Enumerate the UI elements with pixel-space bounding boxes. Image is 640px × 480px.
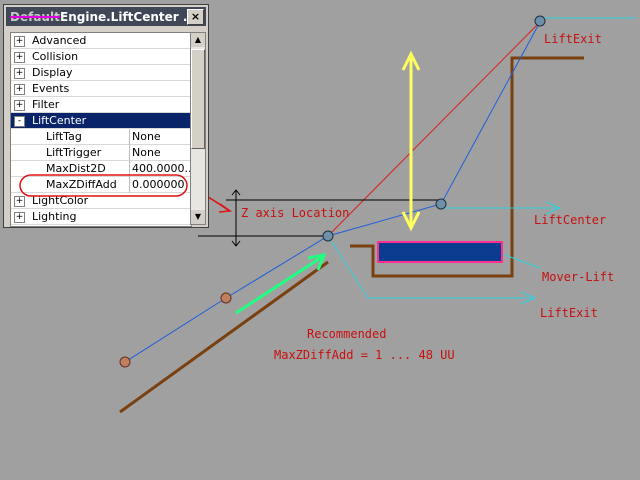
property-window: Default Engine.LiftCenter ... × + Advanc… [3,4,209,228]
category-label: Advanced [32,34,87,47]
category-collision[interactable]: + Collision [11,49,191,65]
window-title: Engine.LiftCenter ... [60,10,197,24]
scroll-up-icon[interactable]: ▲ [191,33,205,47]
close-button[interactable]: × [187,9,204,25]
mover-lift-label: Mover-Lift [542,270,614,284]
collapse-icon[interactable]: - [14,116,25,127]
lift-exit-top-label: LiftExit [544,32,602,46]
window-titlebar[interactable]: Default Engine.LiftCenter ... × [6,7,206,26]
category-events[interactable]: + Events [11,81,191,97]
path-node [119,356,131,368]
mover-lift-platform [377,241,503,263]
mover-pointer-line [501,253,541,269]
ramp-wall [119,260,329,414]
category-label: LiftCenter [32,114,87,127]
expand-icon[interactable]: + [14,52,25,63]
column-divider [129,129,130,145]
z-axis-label: Z axis Location [241,206,349,220]
recommended-formula: MaxZDiffAdd = 1 ... 48 UU [274,348,455,362]
property-row-lifttag[interactable]: LiftTag None [11,129,191,145]
scroll-down-icon[interactable]: ▼ [191,210,205,224]
expand-icon[interactable]: + [14,84,25,95]
lift-center-label: LiftCenter [534,213,606,227]
category-label: Collision [32,50,79,63]
lift-exit-node [534,15,546,27]
red-pointer-head [218,203,233,213]
category-lighting[interactable]: + Lighting [11,209,191,225]
category-filter[interactable]: + Filter [11,97,191,113]
expand-icon[interactable]: + [14,212,25,223]
property-name: LiftTrigger [46,146,102,159]
expand-icon[interactable]: + [14,36,25,47]
recommended-label: Recommended [307,327,386,341]
category-liftcenter[interactable]: - LiftCenter [11,113,191,129]
lift-center-node [322,230,334,242]
category-label: Display [32,66,73,79]
highlight-ellipse [19,174,188,197]
lift-exit-node [435,198,447,210]
property-value[interactable]: None [132,129,161,145]
column-divider [129,145,130,161]
property-name: LiftTag [46,130,82,143]
property-value[interactable]: None [132,145,161,161]
expand-icon[interactable]: + [14,68,25,79]
red-direct-line [327,21,541,237]
category-label: Lighting [32,210,77,223]
vertical-scrollbar[interactable]: ▲ ▼ [190,32,206,225]
property-row-lifttrigger[interactable]: LiftTrigger None [11,145,191,161]
category-advanced[interactable]: + Advanced [11,33,191,49]
category-display[interactable]: + Display [11,65,191,81]
scroll-thumb[interactable] [191,49,205,149]
title-prefix: Default [10,10,60,24]
expand-icon[interactable]: + [14,100,25,111]
category-label: Filter [32,98,60,111]
category-label: Events [32,82,70,95]
close-icon: × [190,10,201,23]
lift-exit-bottom-label: LiftExit [540,306,598,320]
path-node [220,292,232,304]
